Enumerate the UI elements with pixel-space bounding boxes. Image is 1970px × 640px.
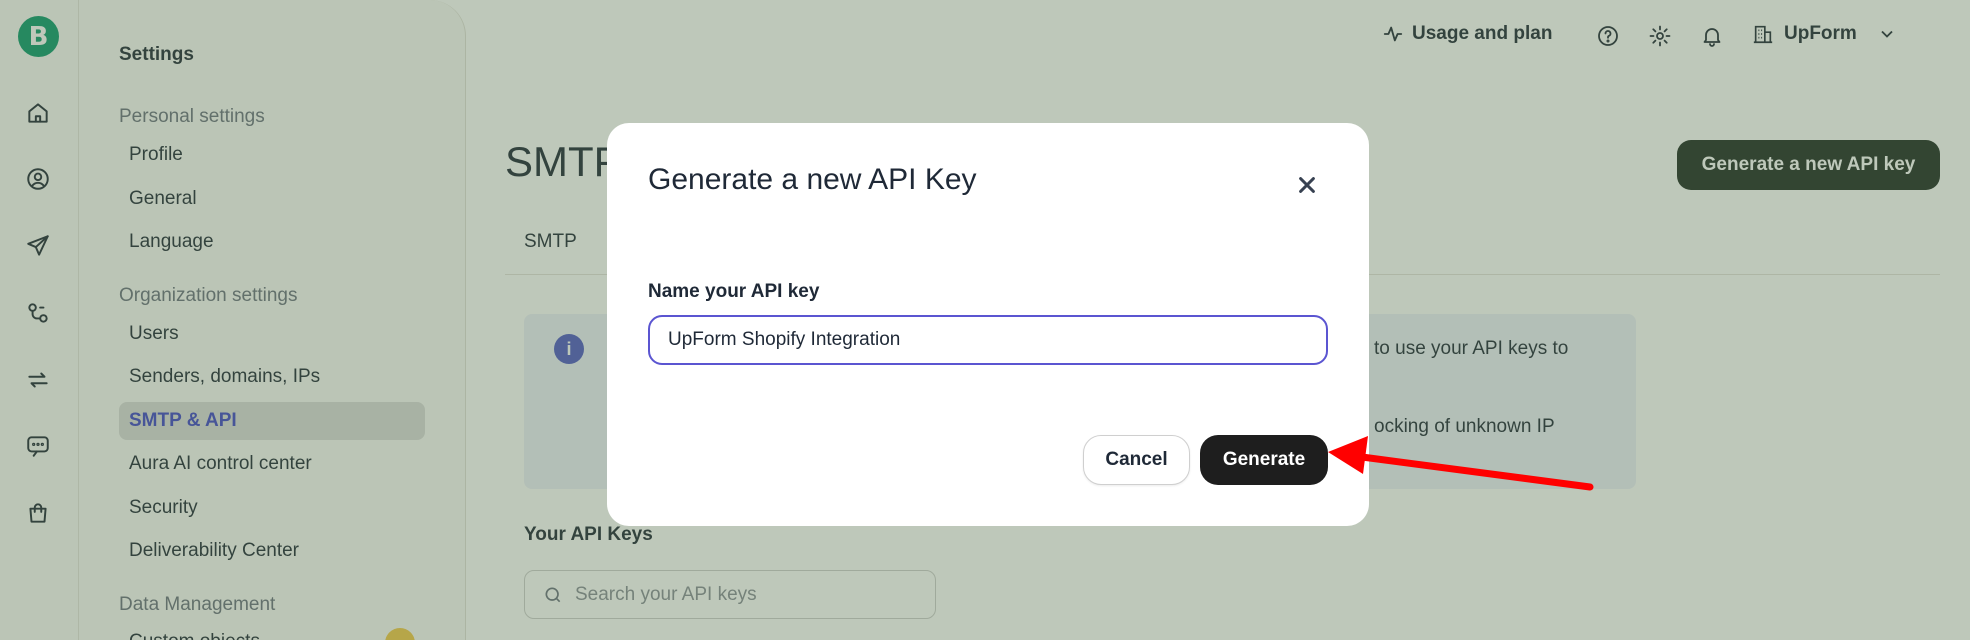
generate-button[interactable]: Generate — [1200, 435, 1328, 485]
generate-api-key-modal: Generate a new API Key Name your API key… — [607, 123, 1369, 526]
close-button[interactable] — [1291, 169, 1323, 201]
annotation-arrow — [1328, 436, 1594, 491]
close-icon — [1299, 177, 1315, 193]
api-key-name-label: Name your API key — [648, 281, 820, 302]
cancel-button[interactable]: Cancel — [1083, 435, 1190, 485]
api-key-name-input[interactable] — [648, 315, 1328, 365]
modal-title: Generate a new API Key — [648, 163, 977, 196]
